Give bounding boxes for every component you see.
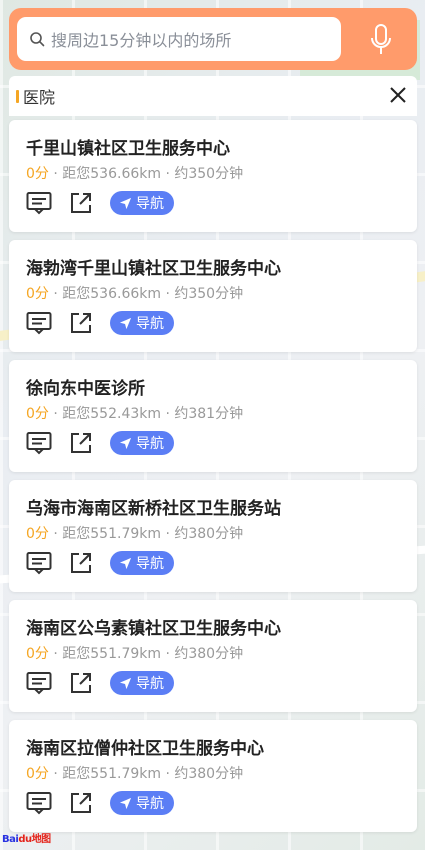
navigate-label: 导航 [136, 436, 164, 452]
result-card[interactable]: 海南区公乌素镇社区卫生服务中心 0分 · 距您551.79km · 约380分钟 [9, 600, 417, 712]
comment-icon [26, 672, 52, 695]
microphone-button[interactable] [367, 23, 395, 57]
result-distance: · 距您551.79km [53, 646, 162, 662]
navigate-button[interactable]: 导航 [110, 311, 174, 335]
share-icon [71, 673, 91, 693]
navigate-label: 导航 [136, 676, 164, 692]
share-button[interactable] [68, 310, 94, 336]
search-placeholder: 搜周边15分钟以内的场所 [51, 31, 232, 50]
result-card[interactable]: 乌海市海南区新桥社区卫生服务站 0分 · 距您551.79km · 约380分钟 [9, 480, 417, 592]
result-distance: · 距您536.66km [53, 166, 162, 182]
result-title[interactable]: 乌海市海南区新桥社区卫生服务站 [26, 494, 281, 519]
share-button[interactable] [68, 670, 94, 696]
comment-button[interactable] [26, 670, 52, 696]
result-card[interactable]: 海勃湾千里山镇社区卫生服务中心 0分 · 距您536.66km · 约350分钟 [9, 240, 417, 352]
result-time: · 约380分钟 [165, 526, 244, 542]
navigate-button[interactable]: 导航 [110, 791, 174, 815]
result-distance: · 距您551.79km [53, 766, 162, 782]
result-time: · 约381分钟 [165, 406, 244, 422]
navigation-arrow-icon [119, 797, 132, 809]
navigation-arrow-icon [119, 437, 132, 449]
result-actions: 导航 [26, 310, 174, 336]
navigate-label: 导航 [136, 556, 164, 572]
result-distance: · 距您552.43km [53, 406, 162, 422]
comment-icon [26, 192, 52, 215]
result-score: 0分 [26, 406, 49, 422]
result-title[interactable]: 徐向东中医诊所 [26, 374, 145, 399]
share-icon [71, 193, 91, 213]
navigate-label: 导航 [136, 796, 164, 812]
result-meta: 0分 · 距您552.43km · 约381分钟 [26, 403, 243, 423]
share-icon [71, 553, 91, 573]
result-title[interactable]: 千里山镇社区卫生服务中心 [26, 134, 230, 159]
share-icon [71, 313, 91, 333]
comment-icon [26, 792, 52, 815]
share-button[interactable] [68, 550, 94, 576]
result-time: · 约350分钟 [165, 286, 244, 302]
result-score: 0分 [26, 526, 49, 542]
category-marker [16, 89, 19, 103]
result-distance: · 距您536.66km [53, 286, 162, 302]
close-icon[interactable] [387, 84, 409, 106]
result-score: 0分 [26, 286, 49, 302]
result-actions: 导航 [26, 550, 174, 576]
result-score: 0分 [26, 646, 49, 662]
baidu-map-logo: Baidu地图 [2, 834, 51, 845]
result-meta: 0分 · 距您551.79km · 约380分钟 [26, 763, 243, 783]
result-meta: 0分 · 距您536.66km · 约350分钟 [26, 163, 243, 183]
comment-button[interactable] [26, 550, 52, 576]
result-card[interactable]: 徐向东中医诊所 0分 · 距您552.43km · 约381分钟 导航 [9, 360, 417, 472]
navigate-button[interactable]: 导航 [110, 671, 174, 695]
comment-icon [26, 432, 52, 455]
result-score: 0分 [26, 166, 49, 182]
comment-button[interactable] [26, 790, 52, 816]
comment-button[interactable] [26, 310, 52, 336]
navigation-arrow-icon [119, 677, 132, 689]
result-actions: 导航 [26, 790, 174, 816]
result-time: · 约380分钟 [165, 766, 244, 782]
category-label: 医院 [23, 88, 56, 107]
result-meta: 0分 · 距您551.79km · 约380分钟 [26, 643, 243, 663]
comment-icon [26, 552, 52, 575]
result-meta: 0分 · 距您536.66km · 约350分钟 [26, 283, 243, 303]
navigation-arrow-icon [119, 317, 132, 329]
comment-button[interactable] [26, 430, 52, 456]
microphone-icon [371, 24, 391, 54]
navigation-arrow-icon [119, 197, 132, 209]
navigate-button[interactable]: 导航 [110, 431, 174, 455]
share-icon [71, 433, 91, 453]
comment-icon [26, 312, 52, 335]
share-button[interactable] [68, 790, 94, 816]
result-time: · 约350分钟 [165, 166, 244, 182]
search-header: 搜周边15分钟以内的场所 [9, 8, 417, 70]
search-icon [30, 32, 45, 47]
result-distance: · 距您551.79km [53, 526, 162, 542]
result-time: · 约380分钟 [165, 646, 244, 662]
result-score: 0分 [26, 766, 49, 782]
result-actions: 导航 [26, 670, 174, 696]
share-button[interactable] [68, 430, 94, 456]
comment-button[interactable] [26, 190, 52, 216]
share-button[interactable] [68, 190, 94, 216]
result-actions: 导航 [26, 430, 174, 456]
navigate-label: 导航 [136, 316, 164, 332]
result-card[interactable]: 千里山镇社区卫生服务中心 0分 · 距您536.66km · 约350分钟 导航 [9, 120, 417, 232]
result-title[interactable]: 海南区拉僧仲社区卫生服务中心 [26, 734, 264, 759]
search-input[interactable]: 搜周边15分钟以内的场所 [17, 17, 341, 61]
result-title[interactable]: 海勃湾千里山镇社区卫生服务中心 [26, 254, 281, 279]
category-header: 医院 [9, 76, 417, 116]
result-actions: 导航 [26, 190, 174, 216]
navigation-arrow-icon [119, 557, 132, 569]
navigate-button[interactable]: 导航 [110, 191, 174, 215]
result-meta: 0分 · 距您551.79km · 约380分钟 [26, 523, 243, 543]
result-card[interactable]: 海南区拉僧仲社区卫生服务中心 0分 · 距您551.79km · 约380分钟 [9, 720, 417, 832]
share-icon [71, 793, 91, 813]
navigate-button[interactable]: 导航 [110, 551, 174, 575]
result-title[interactable]: 海南区公乌素镇社区卫生服务中心 [26, 614, 281, 639]
navigate-label: 导航 [136, 196, 164, 212]
